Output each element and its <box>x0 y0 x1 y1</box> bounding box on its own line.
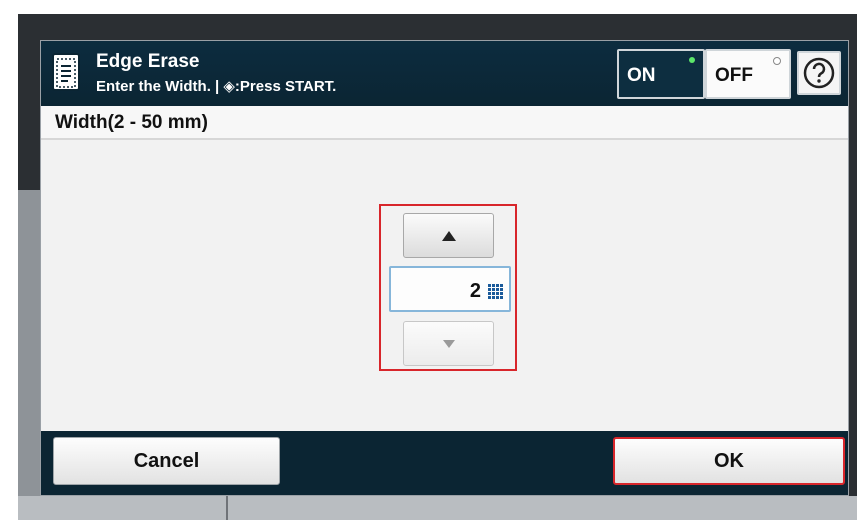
keypad-icon <box>488 284 503 299</box>
width-stepper: 2 <box>379 204 517 371</box>
on-indicator-icon <box>689 57 695 63</box>
ok-button[interactable]: OK <box>613 437 845 485</box>
off-label: OFF <box>715 65 753 86</box>
decrease-button[interactable] <box>403 321 494 366</box>
on-label: ON <box>627 65 656 86</box>
dialog-header: Edge Erase Enter the Width. | ◈:Press ST… <box>41 41 848 106</box>
cancel-button[interactable]: Cancel <box>53 437 280 485</box>
background-panel <box>18 190 40 520</box>
arrow-up-icon <box>441 230 456 241</box>
edge-erase-dialog: Edge Erase Enter the Width. | ◈:Press ST… <box>40 40 849 496</box>
dialog-instruction: Enter the Width. | ◈:Press START. <box>96 78 337 95</box>
help-icon <box>803 57 835 89</box>
on-button[interactable]: ON <box>617 49 705 99</box>
off-indicator-icon <box>773 57 781 65</box>
dialog-footer: Cancel OK <box>41 431 848 495</box>
background-bottom-bar <box>18 496 857 520</box>
background-divider <box>226 496 228 520</box>
help-button[interactable] <box>797 51 841 95</box>
width-value-field[interactable]: 2 <box>389 266 511 312</box>
increase-button[interactable] <box>403 213 494 258</box>
document-icon <box>52 53 80 91</box>
off-button[interactable]: OFF <box>705 49 791 99</box>
width-label: Width(2 - 50 mm) <box>55 112 208 133</box>
field-label-row: Width(2 - 50 mm) <box>41 106 848 140</box>
dialog-title: Edge Erase <box>96 51 200 72</box>
width-value: 2 <box>469 280 481 302</box>
arrow-down-icon <box>442 339 455 348</box>
